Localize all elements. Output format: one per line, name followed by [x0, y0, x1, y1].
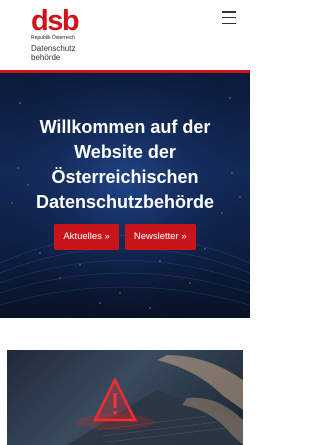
- hero-button-group: Aktuelles » Newsletter »: [0, 224, 250, 250]
- logo-subtitle: Republik Österreich: [31, 35, 75, 41]
- hero-title: Willkommen auf der Website der Österreic…: [35, 117, 215, 212]
- hero-banner: Willkommen auf der Website der Österreic…: [0, 73, 250, 318]
- newsletter-button[interactable]: Newsletter »: [124, 224, 196, 250]
- dsb-logo[interactable]: dsb Republik Österreich Datenschutz behö…: [31, 5, 80, 63]
- site-header: dsb Republik Österreich Datenschutz behö…: [0, 0, 250, 70]
- laptop-warning-icon: [67, 355, 243, 445]
- logo-name-line-1: Datenschutz: [31, 44, 76, 53]
- aktuelles-button[interactable]: Aktuelles »: [54, 224, 119, 250]
- logo-name-line-2: behörde: [31, 53, 61, 62]
- logo-name: Datenschutz behörde: [31, 44, 78, 62]
- logo-mark: dsb: [31, 5, 80, 37]
- hamburger-menu-icon[interactable]: [222, 11, 236, 24]
- feature-card-image[interactable]: [7, 350, 243, 445]
